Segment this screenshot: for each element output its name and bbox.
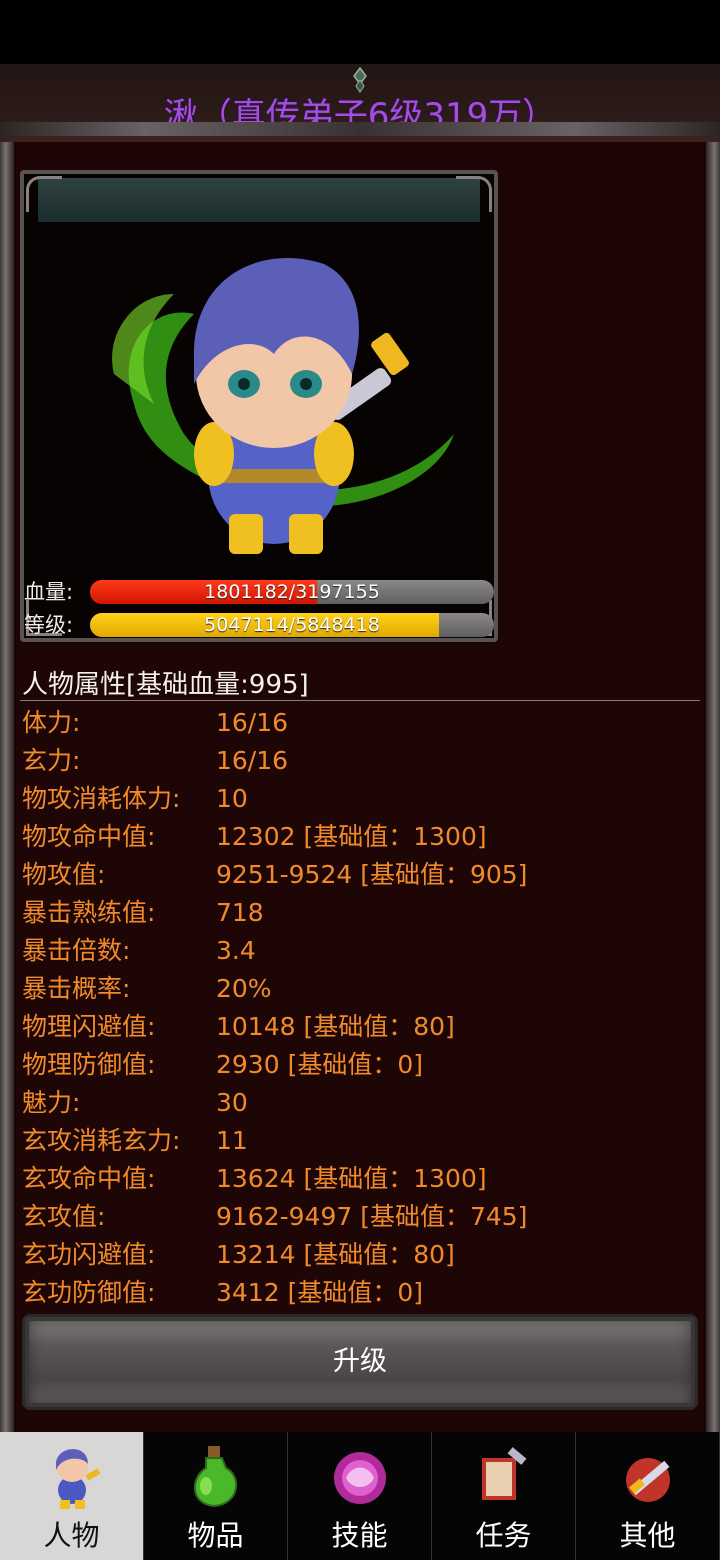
hp-label: 血量:: [24, 580, 74, 604]
tab-label: 技能: [331, 1519, 388, 1552]
tab-other[interactable]: 其他: [576, 1432, 720, 1560]
level-bar: 5047114/5848418: [90, 613, 494, 637]
attribute-name: 物理闪避值:: [22, 1012, 156, 1041]
tab-skills[interactable]: 技能: [288, 1432, 432, 1560]
tab-items[interactable]: 物品: [144, 1432, 288, 1560]
attribute-value: 3.4: [216, 936, 256, 965]
attribute-name: 暴击熟练值:: [22, 898, 156, 927]
portrait-banner: [38, 178, 480, 222]
attribute-name: 暴击概率:: [22, 974, 131, 1003]
attribute-value: 16/16: [216, 746, 289, 775]
frame-border-right: [706, 142, 720, 1432]
other-sword-icon: [626, 1458, 670, 1502]
attribute-name: 物攻消耗体力:: [22, 784, 181, 813]
frame-border-left: [0, 142, 14, 1432]
attribute-row: 物理防御值: 2930 [基础值：0]: [22, 1046, 702, 1084]
tab-quests[interactable]: 任务: [432, 1432, 576, 1560]
attribute-value: 9251-9524 [基础值：905]: [216, 860, 528, 889]
attribute-name: 体力:: [22, 708, 81, 737]
attribute-value: 20%: [216, 974, 272, 1003]
attribute-row: 玄攻消耗玄力: 11: [22, 1122, 702, 1160]
attribute-row: 物攻消耗体力: 10: [22, 780, 702, 818]
attribute-name: 物攻命中值:: [22, 822, 156, 851]
attribute-name: 魅力:: [22, 1088, 81, 1117]
attribute-row: 魅力: 30: [22, 1084, 702, 1122]
attribute-value: 3412 [基础值：0]: [216, 1278, 423, 1307]
attribute-value: 10: [216, 784, 248, 813]
attribute-name: 玄攻消耗玄力:: [22, 1126, 181, 1155]
attribute-value: 718: [216, 898, 264, 927]
attribute-row: 暴击倍数: 3.4: [22, 932, 702, 970]
frame-corner: [456, 176, 492, 212]
attribute-value: 12302 [基础值：1300]: [216, 822, 487, 851]
attribute-value: 16/16: [216, 708, 289, 737]
hp-value: 1801182/3197155: [204, 581, 380, 603]
status-bar: [0, 0, 720, 64]
tab-character[interactable]: 人物: [0, 1432, 144, 1560]
attribute-row: 物攻命中值: 12302 [基础值：1300]: [22, 818, 702, 856]
attribute-name: 玄功闪避值:: [22, 1240, 156, 1269]
attribute-name: 物攻值:: [22, 860, 106, 889]
attribute-row: 暴击概率: 20%: [22, 970, 702, 1008]
quest-icon: [482, 1447, 527, 1500]
title-band: 湫（真传弟子6级319万）: [0, 64, 720, 142]
attribute-name: 物理防御值:: [22, 1050, 156, 1079]
level-value: 5047114/5848418: [204, 614, 380, 636]
attribute-row: 物攻值: 9251-9524 [基础值：905]: [22, 856, 702, 894]
attribute-value: 10148 [基础值：80]: [216, 1012, 455, 1041]
character-icon: [55, 1449, 101, 1509]
attribute-name: 玄力:: [22, 746, 81, 775]
hero-avatar-icon: [112, 258, 454, 554]
attribute-value: 13624 [基础值：1300]: [216, 1164, 487, 1193]
attribute-row: 玄功闪避值: 13214 [基础值：80]: [22, 1236, 702, 1274]
level-bar-row: 等级: 5047114/5848418: [24, 611, 502, 639]
character-portrait: 血量: 1801182/3197155 等级: 5047114/5848418: [20, 170, 498, 642]
tab-label: 其他: [619, 1519, 676, 1552]
attribute-row: 玄功防御值: 3412 [基础值：0]: [22, 1274, 702, 1312]
attribute-row: 暴击熟练值: 718: [22, 894, 702, 932]
attribute-value: 2930 [基础值：0]: [216, 1050, 423, 1079]
attribute-value: 13214 [基础值：80]: [216, 1240, 455, 1269]
attribute-name: 玄攻命中值:: [22, 1164, 156, 1193]
upgrade-button[interactable]: 升级: [22, 1314, 698, 1410]
bottom-tab-bar: 人物 物品 技能 任务 其他: [0, 1432, 720, 1560]
attribute-name: 暴击倍数:: [22, 936, 131, 965]
attributes-title: 人物属性[基础血量:995]: [22, 670, 309, 700]
hp-bar: 1801182/3197155: [90, 580, 494, 604]
divider: [20, 700, 700, 701]
level-label: 等级:: [24, 613, 74, 637]
attribute-row: 体力: 16/16: [22, 704, 702, 742]
attribute-value: 9162-9497 [基础值：745]: [216, 1202, 528, 1231]
attribute-name: 玄攻值:: [22, 1202, 106, 1231]
page-title: 湫（真传弟子6级319万）: [163, 96, 557, 136]
attribute-name: 玄功防御值:: [22, 1278, 156, 1307]
attribute-row: 物理闪避值: 10148 [基础值：80]: [22, 1008, 702, 1046]
attribute-row: 玄力: 16/16: [22, 742, 702, 780]
tab-label: 人物: [43, 1519, 100, 1552]
frame-corner: [26, 176, 62, 212]
hp-bar-row: 血量: 1801182/3197155: [24, 578, 502, 606]
tab-label: 任务: [475, 1519, 532, 1552]
attributes-list: 体力: 16/16 玄力: 16/16 物攻消耗体力: 10 物攻命中值: 12302 [基础…: [22, 704, 702, 1312]
attribute-row: 玄攻命中值: 13624 [基础值：1300]: [22, 1160, 702, 1198]
tab-label: 物品: [187, 1519, 244, 1552]
upgrade-label: 升级: [333, 1346, 387, 1377]
potion-icon: [193, 1446, 238, 1508]
attribute-row: 玄攻值: 9162-9497 [基础值：745]: [22, 1198, 702, 1236]
attribute-value: 30: [216, 1088, 248, 1117]
skill-orb-icon: [334, 1452, 386, 1504]
attribute-value: 11: [216, 1126, 248, 1155]
